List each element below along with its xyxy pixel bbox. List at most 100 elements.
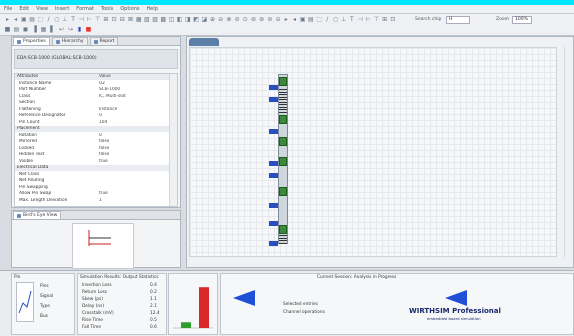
property-row[interactable]: Section [15, 100, 171, 106]
toolbar-button[interactable]: ■ [4, 26, 11, 33]
toolbar-button[interactable]: ○ [332, 16, 339, 23]
toolbar-button[interactable]: ⊖ [217, 16, 224, 23]
property-row[interactable]: Instance Name U2 [15, 81, 171, 87]
component-chip[interactable] [269, 74, 288, 246]
toolbar-button[interactable]: ⊡ [111, 16, 118, 23]
pin-connector[interactable] [269, 221, 278, 226]
component-block[interactable] [279, 225, 287, 234]
component-block[interactable] [279, 77, 287, 86]
toolbar-button[interactable]: ▨ [152, 16, 159, 23]
property-row[interactable]: Visible true [15, 159, 171, 165]
pin-connector[interactable] [269, 129, 278, 134]
property-row[interactable]: Part Number SCB-1000 [15, 87, 171, 93]
property-group[interactable]: Placement [15, 126, 171, 132]
toolbar-button[interactable]: ⊚ [250, 16, 257, 23]
toolbar-button[interactable]: / [324, 16, 331, 23]
toolbar-button[interactable]: ⬚ [316, 16, 323, 23]
toolbar-button[interactable]: ⊥ [340, 16, 347, 23]
tab-design[interactable] [189, 38, 219, 46]
property-value[interactable]: SCB-1000 [99, 87, 169, 93]
toolbar-button[interactable]: ▦ [135, 16, 142, 23]
toolbar-button[interactable]: ■ [85, 26, 92, 33]
property-value[interactable] [99, 178, 169, 184]
toolbar-button[interactable]: ▸ [283, 16, 290, 23]
property-value[interactable]: true [99, 159, 169, 165]
menu-file[interactable]: File [4, 6, 12, 12]
toolbar-button[interactable]: ○ [53, 16, 60, 23]
menu-options[interactable]: Options [120, 6, 139, 12]
property-group[interactable]: Electrical Data [15, 165, 171, 171]
menu-format[interactable]: Format [76, 6, 94, 12]
property-row[interactable]: Hidden Text false [15, 152, 171, 158]
schematic-canvas[interactable] [189, 47, 557, 257]
pin-connector[interactable] [269, 97, 278, 102]
search-input[interactable]: H [446, 16, 470, 24]
toolbar-button[interactable]: ⊜ [266, 16, 273, 23]
birds-eye-thumbnail[interactable] [72, 223, 134, 269]
toolbar-button[interactable]: T [348, 16, 355, 23]
property-row[interactable]: Net Class [15, 172, 171, 178]
toolbar-button[interactable]: ⊤ [373, 16, 380, 23]
property-row[interactable]: Reference Designator U [15, 113, 171, 119]
pin-connector[interactable] [269, 161, 278, 166]
toolbar-button[interactable]: ⊡ [389, 16, 396, 23]
toolbar-button[interactable]: ⊣ [357, 16, 364, 23]
pin-connector[interactable] [269, 241, 278, 246]
menu-view[interactable]: View [36, 6, 48, 12]
toolbar-button[interactable]: ⊝ [275, 16, 282, 23]
pin-connector[interactable] [269, 173, 278, 178]
toolbar-button[interactable]: ▧ [143, 16, 150, 23]
property-value[interactable] [99, 172, 169, 178]
property-value[interactable]: false [99, 146, 169, 152]
tab-report[interactable]: Report [89, 37, 119, 45]
toolbar-button[interactable]: ◪ [201, 16, 208, 23]
status-line-2[interactable]: Channel operations [283, 310, 325, 316]
component-block[interactable] [279, 115, 287, 124]
toolbar-button[interactable]: ◧ [176, 16, 183, 23]
toolbar-button[interactable]: ⊢ [365, 16, 372, 23]
component-block[interactable] [279, 187, 287, 196]
toolbar-button[interactable]: ⊗ [225, 16, 232, 23]
toolbar-button[interactable]: ⊞ [102, 16, 109, 23]
toolbar-button[interactable]: ◂ [12, 16, 19, 23]
toolbar-button[interactable]: T [70, 16, 77, 23]
property-value[interactable] [99, 126, 169, 132]
toolbar-button[interactable]: ▸ [4, 16, 11, 23]
toolbar-button[interactable]: ◨ [184, 16, 191, 23]
property-row[interactable]: Max. Length Deviation 1 [15, 198, 171, 204]
toolbar-button[interactable]: ⊤ [94, 16, 101, 23]
property-row[interactable]: Allow Pin Swap true [15, 191, 171, 197]
property-row[interactable]: Net Routing [15, 178, 171, 184]
tab-hierarchy[interactable]: Hierarchy [51, 37, 88, 45]
property-value[interactable]: U [99, 113, 169, 119]
property-row[interactable]: Pin Swapping [15, 185, 171, 191]
toolbar-button[interactable]: ↩ [58, 26, 65, 33]
toolbar-button[interactable]: ⊢ [86, 16, 93, 23]
menu-insert[interactable]: Insert [55, 6, 69, 12]
property-row[interactable]: Rotation 0 [15, 133, 171, 139]
component-block[interactable] [279, 157, 287, 166]
toolbar-button[interactable]: ⊠ [127, 16, 134, 23]
property-value[interactable]: false [99, 139, 169, 145]
property-row[interactable]: Locked false [15, 146, 171, 152]
property-value[interactable]: false [99, 152, 169, 158]
property-value[interactable] [99, 185, 169, 191]
pin-connector[interactable] [269, 85, 278, 90]
menu-tools[interactable]: Tools [101, 6, 113, 12]
property-value[interactable]: Value [99, 74, 169, 80]
toolbar-button[interactable]: ◩ [193, 16, 200, 23]
property-scrollbar[interactable] [169, 74, 177, 206]
property-value[interactable]: U2 [99, 81, 169, 87]
property-group[interactable]: Attributes Value [15, 74, 171, 80]
toolbar-button[interactable]: ▐ [31, 26, 38, 33]
toolbar-button[interactable]: ⊞ [381, 16, 388, 23]
toolbar-button[interactable]: ▤ [29, 16, 36, 23]
property-value[interactable] [99, 100, 169, 106]
property-value[interactable] [99, 165, 169, 171]
property-value[interactable]: Instance [99, 107, 169, 113]
pin-connector[interactable] [269, 203, 278, 208]
toolbar-button[interactable]: / [45, 16, 52, 23]
menu-edit[interactable]: Edit [19, 6, 29, 12]
toolbar-button[interactable]: ↪ [67, 26, 74, 33]
property-row[interactable]: Mirrored false [15, 139, 171, 145]
